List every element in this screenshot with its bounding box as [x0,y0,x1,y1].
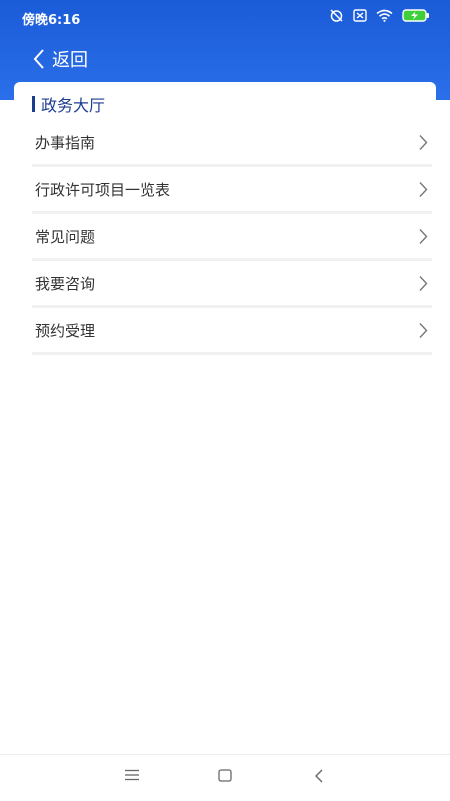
menu-item-label: 办事指南 [35,133,96,152]
section-title: 政务大厅 [41,96,106,115]
system-navigation-bar [0,754,450,801]
section-header: 政务大厅 [32,92,105,116]
alarm-off-icon [330,9,343,22]
menu-item-label: 行政许可项目一览表 [35,180,171,199]
menu-icon[interactable] [125,769,139,781]
content-card: 政务大厅 办事指南 行政许可项目一览表 常见问题 我要咨询 预约受理 [14,82,436,772]
chevron-right-icon [419,322,428,338]
menu-item-consult[interactable]: 我要咨询 [32,261,432,308]
status-bar: 傍晚6:16 [0,0,450,34]
sim-x-icon [353,9,367,22]
menu-item-faq[interactable]: 常见问题 [32,214,432,261]
navigation-bar: 返回 [0,40,450,80]
menu-list: 办事指南 行政许可项目一览表 常见问题 我要咨询 预约受理 [32,120,432,355]
menu-item-label: 常见问题 [35,227,96,246]
menu-item-label: 我要咨询 [35,274,96,293]
chevron-right-icon [419,275,428,291]
menu-item-guide[interactable]: 办事指南 [32,120,432,167]
chevron-right-icon [419,181,428,197]
menu-item-label: 预约受理 [35,321,96,340]
chevron-left-icon [33,49,44,69]
home-square-icon[interactable] [218,769,232,782]
chevron-right-icon [419,134,428,150]
status-icons [329,8,430,23]
back-triangle-icon[interactable] [314,769,324,783]
chevron-right-icon [419,228,428,244]
back-button[interactable]: 返回 [32,46,88,72]
back-label: 返回 [52,50,88,71]
wifi-icon [376,9,393,22]
menu-item-license-list[interactable]: 行政许可项目一览表 [32,167,432,214]
battery-charging-icon [402,9,429,22]
menu-item-appointment[interactable]: 预约受理 [32,308,432,355]
status-time: 傍晚6:16 [22,13,81,28]
section-accent-bar [32,96,35,112]
